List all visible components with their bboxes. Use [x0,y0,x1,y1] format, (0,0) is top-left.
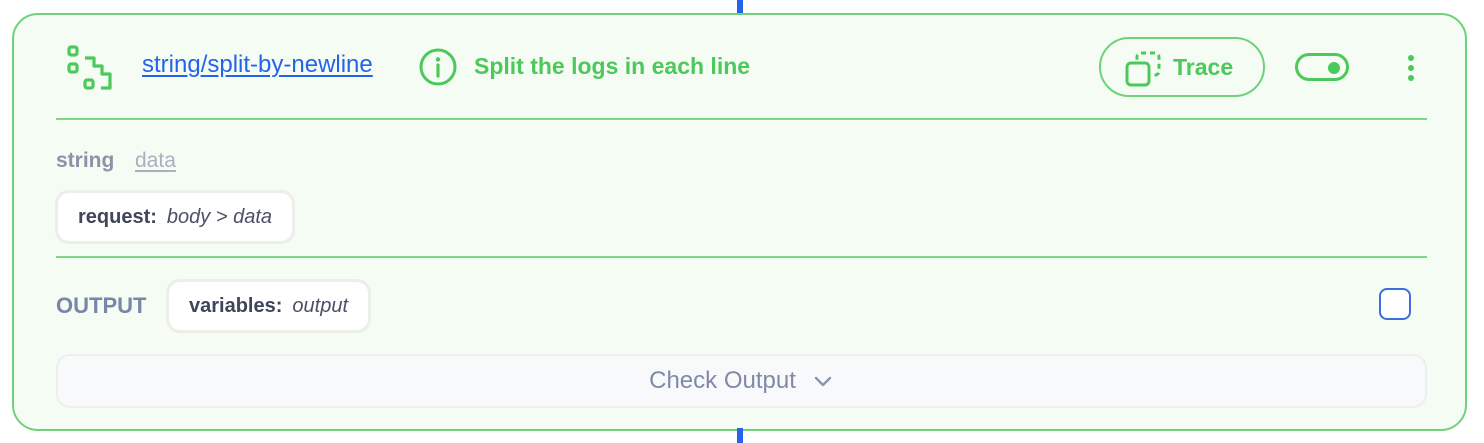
input-divider [56,256,1427,258]
source-key: request: [78,205,157,228]
target-value: output [292,294,348,317]
output-checkbox[interactable] [1379,288,1411,320]
step-name-link[interactable]: string/split-by-newline [142,51,373,79]
step-description: Split the logs in each line [474,53,751,79]
info-icon[interactable] [418,47,458,87]
output-label: OUTPUT [56,293,147,318]
step-enabled-toggle[interactable] [1295,53,1349,81]
step-card: string/split-by-newline Split the logs i… [12,13,1467,431]
trace-button[interactable]: Trace [1099,37,1265,97]
target-key: variables: [189,294,283,317]
param-name-link[interactable]: data [135,149,176,173]
input-source-chip[interactable]: request: body > data [55,190,295,244]
stairs-icon [67,45,112,90]
trace-button-label: Trace [1173,54,1234,80]
check-output-button[interactable]: Check Output [56,354,1427,408]
param-type: string [56,149,115,172]
check-output-label: Check Output [649,367,796,394]
flow-connector-top [737,0,743,14]
kebab-menu-icon[interactable] [1406,55,1416,81]
output-target-chip[interactable]: variables: output [166,279,371,333]
chevron-down-icon [814,376,832,387]
copy-icon [1125,51,1161,87]
toggle-knob [1328,62,1340,74]
step-header: string/split-by-newline Split the logs i… [14,15,1465,119]
header-divider [56,118,1427,120]
flow-connector-bottom [737,428,743,443]
source-value: body > data [166,205,272,228]
